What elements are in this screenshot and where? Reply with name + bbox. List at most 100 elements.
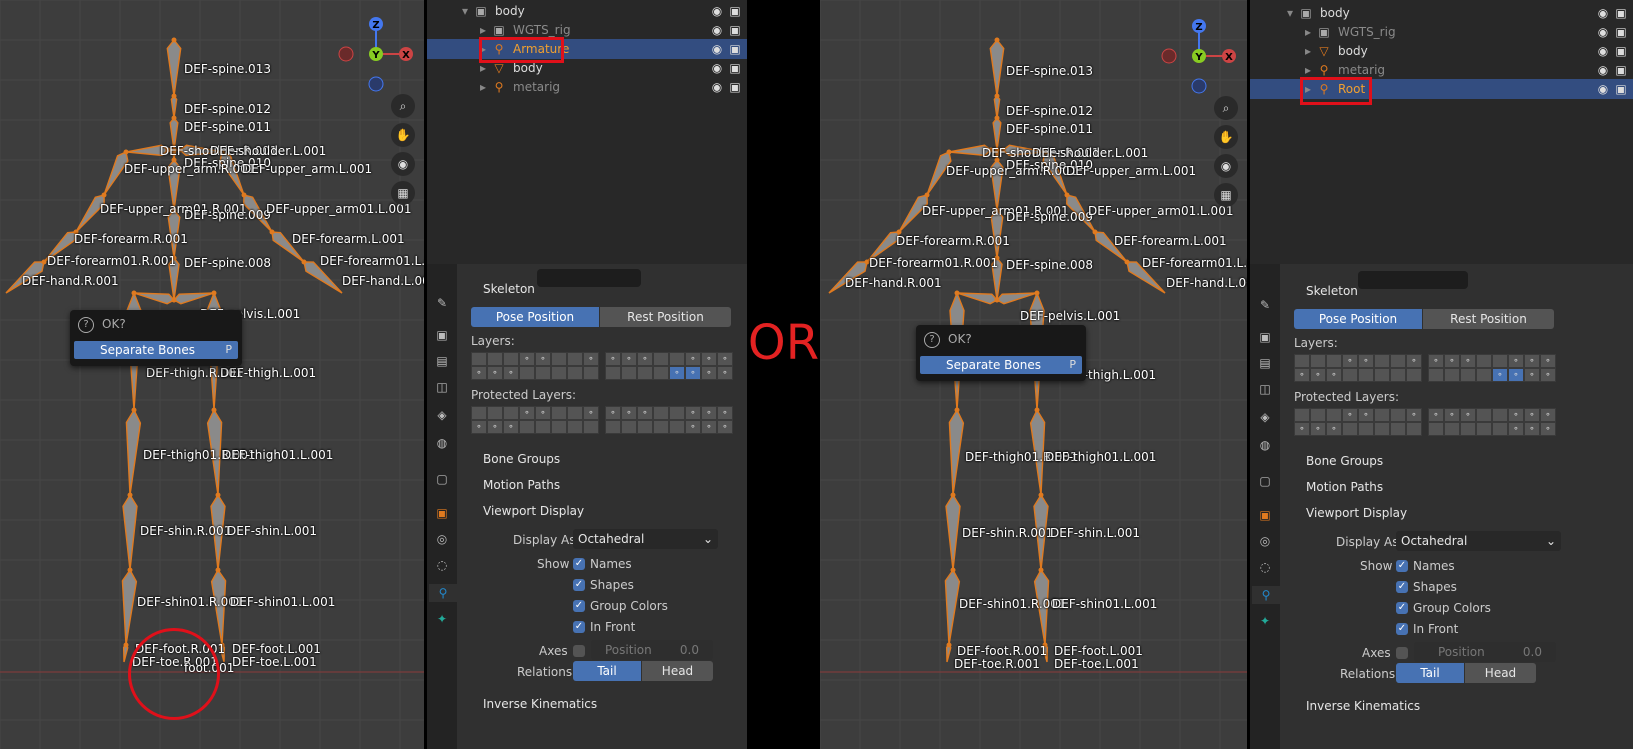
layer-cell[interactable]: ∘ bbox=[1406, 408, 1422, 422]
camera-icon[interactable]: ▣ bbox=[1613, 62, 1629, 78]
layer-cell[interactable] bbox=[1476, 354, 1492, 368]
layer-cell[interactable]: ∘ bbox=[1508, 368, 1524, 382]
layer-cell[interactable] bbox=[605, 366, 621, 380]
layer-cell[interactable]: ∘ bbox=[637, 406, 653, 420]
eye-icon[interactable]: ◉ bbox=[1595, 5, 1611, 21]
tool-icon[interactable]: ✎ bbox=[433, 294, 451, 312]
layer-cell[interactable]: ∘ bbox=[471, 366, 487, 380]
layer-cell[interactable] bbox=[621, 420, 637, 434]
search-input[interactable] bbox=[1358, 271, 1468, 289]
layer-cell[interactable] bbox=[1460, 368, 1476, 382]
layer-cell[interactable] bbox=[1294, 354, 1310, 368]
layer-cell[interactable]: ∘ bbox=[519, 406, 535, 420]
axes-checkbox[interactable] bbox=[573, 645, 585, 657]
separate-bones-button[interactable]: Separate Bones P bbox=[74, 341, 238, 359]
layer-cell[interactable]: ∘ bbox=[701, 352, 717, 366]
layer-cell[interactable] bbox=[519, 366, 535, 380]
viewport-left[interactable]: X Y Z DEF-spine.013 DEF-spine.012 DEF-spine.… bbox=[0, 0, 424, 749]
armature-data-icon[interactable]: ⚲ bbox=[429, 584, 457, 602]
layer-cell[interactable] bbox=[621, 366, 637, 380]
separate-bones-button[interactable]: Separate Bones P bbox=[920, 356, 1082, 374]
layer-cell[interactable]: ∘ bbox=[701, 406, 717, 420]
layer-cell[interactable] bbox=[551, 366, 567, 380]
layer-cell[interactable]: ∘ bbox=[685, 420, 701, 434]
names-checkbox[interactable]: ✓ bbox=[573, 558, 585, 570]
layer-cell[interactable] bbox=[1294, 408, 1310, 422]
layer-cell[interactable] bbox=[1390, 354, 1406, 368]
layer-cell[interactable]: ∘ bbox=[1508, 422, 1524, 436]
eye-icon[interactable]: ◉ bbox=[1595, 43, 1611, 59]
layer-cell[interactable]: ∘ bbox=[1492, 368, 1508, 382]
layer-cell[interactable] bbox=[487, 406, 503, 420]
layer-cell[interactable] bbox=[1406, 368, 1422, 382]
bone-groups-header[interactable]: Bone Groups bbox=[1306, 454, 1383, 468]
names-checkbox[interactable]: ✓ bbox=[1396, 560, 1408, 572]
layer-cell[interactable]: ∘ bbox=[717, 420, 733, 434]
layer-cell[interactable] bbox=[669, 406, 685, 420]
viewport-display-header[interactable]: Viewport Display bbox=[1306, 506, 1407, 520]
eye-icon[interactable]: ◉ bbox=[1595, 24, 1611, 40]
expand-icon[interactable]: ▸ bbox=[1300, 43, 1316, 59]
layer-cell[interactable] bbox=[653, 352, 669, 366]
layer-cell[interactable] bbox=[567, 352, 583, 366]
camera-icon[interactable]: ▣ bbox=[727, 79, 743, 95]
expand-icon[interactable]: ▾ bbox=[1282, 5, 1298, 21]
display-as-select[interactable]: Octahedral ⌄ bbox=[1396, 531, 1561, 551]
scene-icon[interactable]: ◈ bbox=[1256, 408, 1274, 426]
camera-icon[interactable]: ◉ bbox=[391, 152, 415, 176]
protected-grid-a[interactable]: ∘ ∘ ∘ ∘ ∘ ∘ bbox=[471, 406, 599, 434]
layer-cell[interactable] bbox=[1492, 408, 1508, 422]
layer-cell[interactable] bbox=[653, 420, 669, 434]
layer-cell[interactable] bbox=[637, 420, 653, 434]
layer-cell[interactable] bbox=[1326, 408, 1342, 422]
display-as-select[interactable]: Octahedral ⌄ bbox=[573, 529, 718, 549]
layer-cell[interactable] bbox=[653, 406, 669, 420]
camera-icon[interactable]: ▣ bbox=[1613, 5, 1629, 21]
hand-icon[interactable]: ✋ bbox=[1214, 125, 1238, 149]
layer-cell[interactable]: ∘ bbox=[1540, 354, 1556, 368]
view-layer-icon[interactable]: ◫ bbox=[433, 378, 451, 396]
layer-cell[interactable]: ∘ bbox=[1310, 422, 1326, 436]
layer-cell[interactable] bbox=[669, 352, 685, 366]
layer-cell[interactable]: ∘ bbox=[1326, 422, 1342, 436]
outliner-row[interactable]: ▾ ▣ body ◉ ▣ bbox=[427, 1, 747, 21]
layer-cell[interactable]: ∘ bbox=[487, 366, 503, 380]
layer-cell[interactable]: ∘ bbox=[717, 406, 733, 420]
camera-icon[interactable]: ▣ bbox=[727, 41, 743, 57]
layer-cell[interactable] bbox=[1492, 354, 1508, 368]
hand-icon[interactable]: ✋ bbox=[391, 123, 415, 147]
layer-cell[interactable]: ∘ bbox=[583, 352, 599, 366]
layer-cell[interactable]: ∘ bbox=[685, 352, 701, 366]
layer-cell[interactable] bbox=[583, 420, 599, 434]
eye-icon[interactable]: ◉ bbox=[709, 60, 725, 76]
layer-cell[interactable]: ∘ bbox=[717, 366, 733, 380]
tail-button[interactable]: Tail bbox=[573, 661, 641, 681]
shapes-checkbox[interactable]: ✓ bbox=[573, 579, 585, 591]
layer-cell[interactable] bbox=[1476, 408, 1492, 422]
constraint-icon[interactable]: ◌ bbox=[1256, 558, 1274, 576]
outliner-row[interactable]: ▸ ▣ WGTS_rig ◉ ▣ bbox=[427, 20, 747, 40]
camera-icon[interactable]: ▣ bbox=[1613, 81, 1629, 97]
layer-cell[interactable] bbox=[583, 366, 599, 380]
layer-cell[interactable]: ∘ bbox=[1524, 422, 1540, 436]
outliner-row[interactable]: ▸ ▽ body ◉ ▣ bbox=[1250, 41, 1633, 61]
world-icon[interactable]: ◍ bbox=[433, 434, 451, 452]
layer-cell[interactable]: ∘ bbox=[471, 420, 487, 434]
layer-cell[interactable] bbox=[503, 352, 519, 366]
layer-cell[interactable] bbox=[1358, 422, 1374, 436]
layer-cell[interactable]: ∘ bbox=[519, 352, 535, 366]
constraint-icon[interactable]: ◌ bbox=[433, 556, 451, 574]
layers-grid-b[interactable]: ∘ ∘ ∘ ∘ ∘ ∘ ∘ ∘ ∘ ∘ bbox=[1428, 354, 1556, 382]
in-front-checkbox[interactable]: ✓ bbox=[573, 621, 585, 633]
rest-position-button[interactable]: Rest Position bbox=[1423, 309, 1554, 329]
collection-icon[interactable]: ▢ bbox=[1256, 472, 1274, 490]
render-icon[interactable]: ▣ bbox=[433, 326, 451, 344]
bone-groups-header[interactable]: Bone Groups bbox=[483, 452, 560, 466]
layer-cell[interactable] bbox=[567, 406, 583, 420]
layer-cell[interactable]: ∘ bbox=[1428, 354, 1444, 368]
layer-cell[interactable]: ∘ bbox=[1294, 422, 1310, 436]
layer-cell[interactable] bbox=[637, 366, 653, 380]
modifier-icon[interactable]: ◎ bbox=[433, 530, 451, 548]
layer-cell[interactable]: ∘ bbox=[1358, 408, 1374, 422]
layer-cell[interactable]: ∘ bbox=[1540, 422, 1556, 436]
